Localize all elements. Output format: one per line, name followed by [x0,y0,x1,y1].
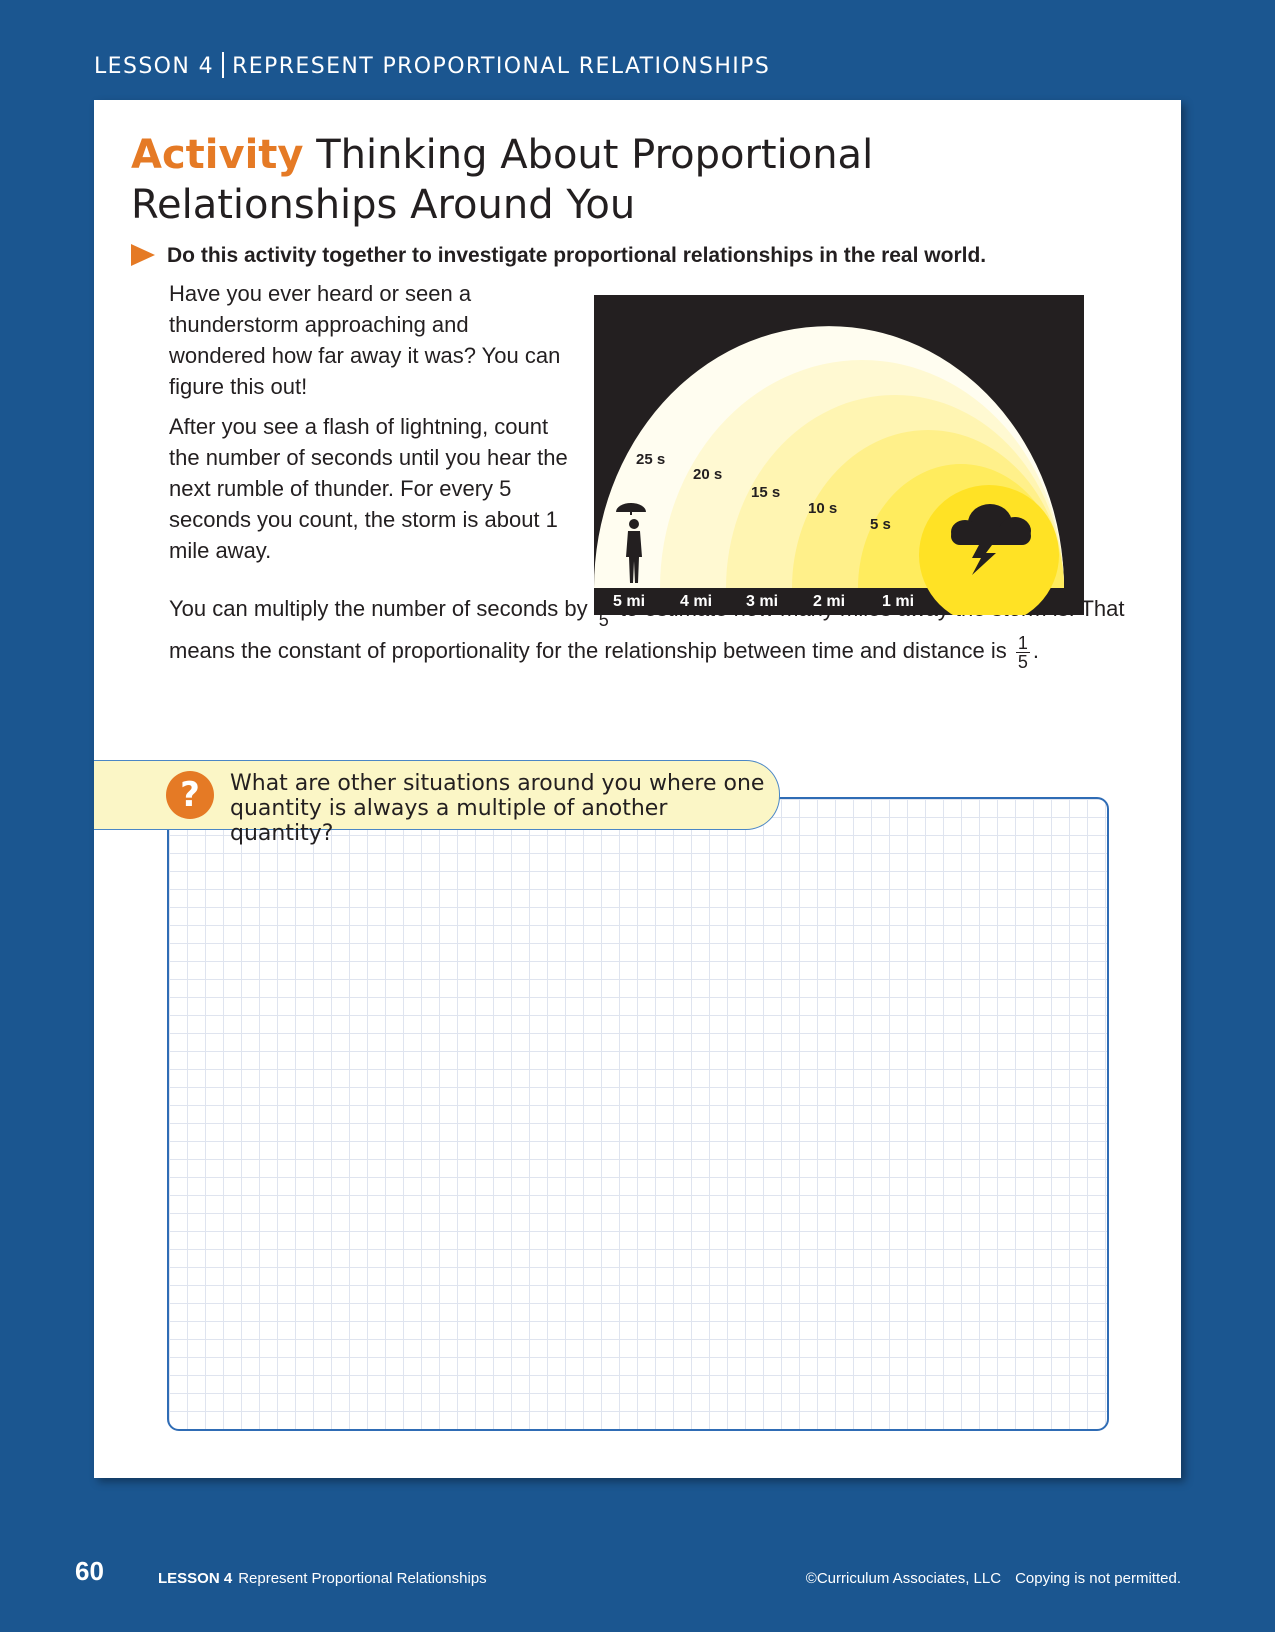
direction-text: Do this activity together to investigate… [167,244,987,267]
label-10s: 10 s [808,500,837,517]
label-20s: 20 s [693,466,722,483]
header-lesson: LESSON 4 [94,54,215,79]
page-number: 60 [75,1556,104,1586]
activity-tag: Activity [131,132,304,178]
answer-grid-area[interactable] [167,797,1109,1431]
copy-notice: Copying is not permitted. [1015,1570,1181,1587]
paragraph-2: After you see a flash of lightning, coun… [169,414,568,563]
lesson-header: LESSON 4 REPRESENT PROPORTIONAL RELATIONS… [94,52,770,79]
question-text: What are other situations around you whe… [230,771,765,846]
paragraph-1: Have you ever heard or seen a thundersto… [169,281,561,399]
header-divider [222,52,225,78]
arrow-icon [131,244,155,266]
question-banner: ? What are other situations around you w… [94,760,780,846]
activity-title: Activity Thinking About Proportional Rel… [131,130,1131,230]
label-2mi: 2 mi [813,593,845,610]
label-5s: 5 s [870,516,891,533]
fraction-numerator: 1 [1015,632,1030,653]
activity-direction: Do this activity together to investigate… [131,244,1171,268]
fraction-denominator: 5 [1017,651,1028,672]
header-title: REPRESENT PROPORTIONAL RELATIONSHIPS [232,54,771,79]
label-25s: 25 s [636,451,665,468]
copyright-text: ©Curriculum Associates, LLC [805,1570,1002,1587]
label-15s: 15 s [751,484,780,501]
fraction-one-fifth-2: 15 [1015,632,1030,672]
footer-lesson: LESSON 4 Represent Proportional Relations… [158,1570,487,1587]
thunderstorm-distance-illustration: 25 s 20 s 15 s 10 s 5 s 5 mi 4 mi 3 mi 2… [594,295,1084,615]
label-4mi: 4 mi [680,593,712,610]
footer-lesson-label: LESSON 4 [158,1570,233,1587]
activity-card: Activity Thinking About Proportional Rel… [94,100,1181,1478]
label-5mi: 5 mi [613,593,645,610]
p3-part-a: You can multiply the number of seconds b… [169,596,588,621]
footer-copyright: ©Curriculum Associates, LLC Copying is no… [806,1570,1181,1587]
footer-lesson-title: Represent Proportional Relationships [238,1570,487,1587]
p3-part-c: . [1032,638,1039,663]
question-mark-icon: ? [166,771,214,819]
label-3mi: 3 mi [746,593,778,610]
label-1mi: 1 mi [882,593,914,610]
